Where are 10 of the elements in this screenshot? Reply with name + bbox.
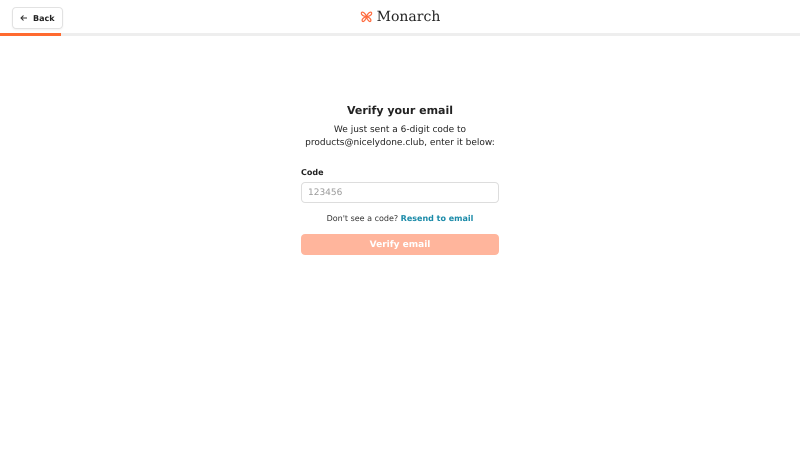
code-input-field[interactable]: 123456 xyxy=(301,182,499,203)
logo-wordmark: Monarch xyxy=(376,8,440,24)
arrow-left-icon xyxy=(20,14,28,22)
resend-prompt: Don't see a code? xyxy=(326,214,398,223)
description-text: We just sent a 6-digit code to products@nicelydone.club, enter it below: xyxy=(304,124,496,150)
resend-link[interactable]: Resend to email xyxy=(400,214,474,223)
code-label: Code xyxy=(301,168,325,177)
back-button[interactable]: Back xyxy=(12,7,63,29)
butterfly-logo-icon xyxy=(360,10,373,23)
page-title: Verify your email xyxy=(346,104,454,117)
